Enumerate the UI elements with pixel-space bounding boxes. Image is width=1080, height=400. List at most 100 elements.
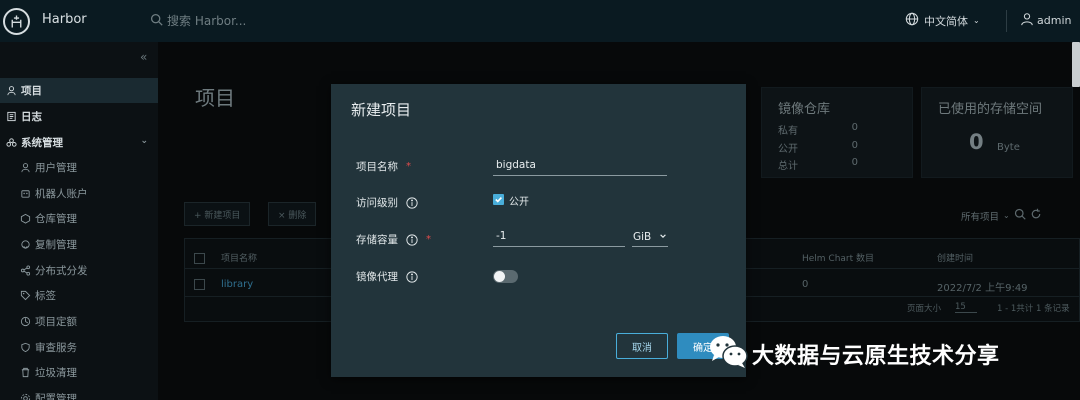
chevron-down-icon: ⌄: [973, 16, 980, 25]
language-switcher[interactable]: 中文简体 ⌄: [905, 12, 980, 29]
global-search[interactable]: 搜索 Harbor...: [150, 12, 246, 29]
shield-icon: [18, 341, 32, 355]
page-title: 项目: [195, 86, 235, 110]
sidebar-item-label: 审查服务: [35, 342, 77, 354]
project-name-input[interactable]: [493, 154, 667, 176]
project-name-label: 项目名称 *: [356, 159, 411, 174]
top-header: Harbor 搜索 Harbor... 中文简体 ⌄ admin: [0, 0, 1080, 42]
wechat-icon: [708, 333, 750, 371]
page-size-select[interactable]: 15: [955, 302, 977, 313]
chevron-down-icon: ⌄: [1003, 211, 1010, 220]
access-level-label: 访问级别: [356, 195, 418, 210]
storage-card: 已使用的存储空间 0 Byte: [921, 87, 1073, 178]
trash-icon: [18, 366, 32, 380]
filter-select[interactable]: 所有项目: [961, 209, 999, 223]
project-link-library[interactable]: library: [221, 279, 253, 290]
repo-total-value: 0: [851, 157, 858, 168]
sidebar-item[interactable]: 配置管理: [0, 386, 158, 400]
sidebar-item[interactable]: 项目定额: [0, 309, 158, 334]
collapse-sidebar-icon[interactable]: «: [140, 50, 147, 64]
sidebar-item-label: 标签: [35, 290, 56, 302]
sidebar-item[interactable]: 用户管理: [0, 155, 158, 180]
proxy-cache-label-text: 镜像代理: [356, 271, 398, 283]
required-mark: *: [426, 234, 431, 245]
admin-icon: [4, 136, 18, 150]
info-icon[interactable]: [406, 196, 418, 209]
user-icon: [1020, 12, 1034, 29]
delete-project-button[interactable]: × 删除: [268, 202, 317, 226]
scrollbar[interactable]: [1072, 42, 1080, 87]
sidebar-item[interactable]: 机器人账户: [0, 181, 158, 206]
user-icon: [18, 161, 32, 175]
info-icon[interactable]: [406, 270, 418, 283]
storage-quota-label: 存储容量 *: [356, 232, 431, 247]
sidebar-item-label: 机器人账户: [35, 188, 88, 200]
proxy-cache-label: 镜像代理: [356, 269, 418, 284]
repo-stats-card: 镜像仓库 私有 0 公开 0 总计 0: [761, 87, 913, 178]
cell-helm-count: 0: [802, 279, 809, 290]
public-checkbox-label[interactable]: 公开: [509, 193, 529, 208]
storage-unit-value: GiB: [633, 230, 652, 243]
sidebar: « 项目日志系统管理 ⌄ 用户管理机器人账户仓库管理复制管理 分布式分发标签项目定额审…: [0, 42, 158, 400]
column-header-name[interactable]: 项目名称: [221, 251, 257, 264]
repo-private-label: 私有: [778, 126, 798, 137]
storage-unit: Byte: [997, 142, 1020, 153]
sidebar-item[interactable]: 系统管理 ⌄: [0, 130, 158, 155]
robot-icon: [18, 187, 32, 201]
language-label: 中文简体: [924, 14, 968, 28]
sidebar-item[interactable]: 项目: [0, 78, 158, 103]
search-icon[interactable]: [1014, 208, 1026, 223]
brand-name[interactable]: Harbor: [42, 12, 87, 27]
info-icon[interactable]: [406, 233, 418, 246]
sidebar-item-label: 日志: [21, 111, 42, 123]
column-header-created[interactable]: 创建时间: [937, 251, 973, 264]
project-filter[interactable]: 所有项目 ⌄: [961, 208, 1042, 223]
repo-total-label: 总计: [778, 161, 798, 172]
user-menu[interactable]: admin: [1020, 12, 1071, 29]
sidebar-item[interactable]: 审查服务: [0, 335, 158, 360]
username: admin: [1037, 14, 1072, 27]
sidebar-item-label: 项目: [21, 85, 42, 97]
row-checkbox[interactable]: [194, 279, 205, 290]
repo-total-row: 总计 0: [778, 157, 858, 172]
repo-private-row: 私有 0: [778, 122, 858, 137]
sidebar-item-label: 仓库管理: [35, 213, 77, 225]
share-icon: [18, 264, 32, 278]
sidebar-item[interactable]: 标签: [0, 283, 158, 308]
required-mark: *: [406, 161, 411, 172]
registry-icon: [18, 212, 32, 226]
select-all-checkbox[interactable]: [194, 253, 205, 264]
repo-public-row: 公开 0: [778, 140, 858, 155]
public-checkbox[interactable]: [493, 194, 504, 205]
sidebar-item[interactable]: 复制管理: [0, 232, 158, 257]
sidebar-item-label: 垃圾清理: [35, 367, 77, 379]
search-placeholder: 搜索 Harbor...: [167, 14, 247, 28]
sidebar-item[interactable]: 日志: [0, 104, 158, 129]
project-name-label-text: 项目名称: [356, 161, 398, 173]
sidebar-item-label: 用户管理: [35, 162, 77, 174]
log-icon: [4, 110, 18, 124]
repo-private-value: 0: [851, 122, 858, 133]
storage-quota-input[interactable]: [493, 225, 625, 247]
settings-icon: [18, 392, 32, 400]
people-icon: [4, 84, 18, 98]
new-project-dialog: 新建项目 项目名称 * 访问级别 公开 存储容量 * GiB 镜像代理 取: [331, 84, 746, 377]
sidebar-item[interactable]: 仓库管理: [0, 206, 158, 231]
cancel-button[interactable]: 取消: [616, 333, 668, 359]
column-header-helm[interactable]: Helm Chart 数目: [802, 251, 874, 264]
cell-created-time: 2022/7/2 上午9:49: [937, 283, 1028, 294]
repo-card-title: 镜像仓库: [778, 102, 831, 117]
chevron-down-icon: [659, 231, 667, 243]
tag-icon: [18, 289, 32, 303]
proxy-cache-toggle[interactable]: [493, 270, 518, 283]
chevron-down-icon[interactable]: ⌄: [140, 136, 148, 146]
new-project-button[interactable]: + 新建项目: [184, 202, 251, 226]
storage-unit-select[interactable]: GiB: [632, 227, 668, 247]
harbor-logo-icon[interactable]: [3, 8, 30, 35]
refresh-icon[interactable]: [1030, 208, 1042, 223]
sidebar-item[interactable]: 分布式分发: [0, 258, 158, 283]
access-level-label-text: 访问级别: [356, 197, 398, 209]
sidebar-item[interactable]: 垃圾清理: [0, 360, 158, 385]
header-divider: [1006, 10, 1007, 32]
search-icon: [150, 13, 163, 29]
